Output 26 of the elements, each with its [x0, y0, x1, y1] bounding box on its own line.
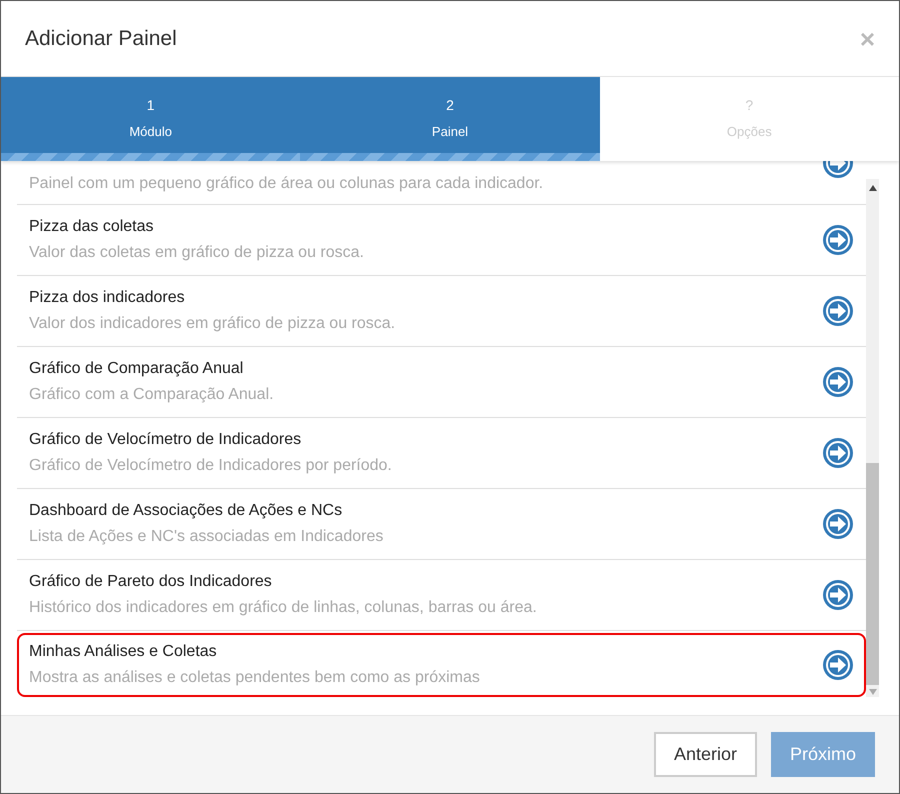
panel-option[interactable]: Gráfico de Comparação Anual Gráfico com a Comparação Anual. [17, 347, 866, 418]
panel-title: Dashboard de Associações de Ações e NCs [29, 501, 344, 521]
panel-title: Pizza dos indicadores [29, 288, 186, 308]
panel-title: Gráfico de Comparação Anual [29, 359, 244, 379]
panel-title: Gráfico de Pareto dos Indicadores [29, 572, 273, 592]
panel-description: Gráfico com a Comparação Anual. [29, 385, 274, 405]
panel-option[interactable]: Pizza das coletas Valor das coletas em gráfico de pizza ou rosca. [17, 205, 866, 276]
panel-option[interactable]: Pizza dos indicadores Valor dos indicadores em gráfico de pizza ou rosca. [17, 276, 866, 347]
panel-description: Histórico dos indicadores em gráfico de linhas, colunas, barras ou área. [29, 598, 537, 618]
panel-option[interactable]: Minhas Análises e Coletas Mostra as análises e coletas pendentes bem como as próximas [17, 633, 866, 697]
panel-title: Gráfico de Velocímetro de Indicadores [29, 430, 302, 450]
panel-description: Valor dos indicadores em gráfico de pizza ou rosca. [29, 314, 396, 334]
panel-option[interactable]: Gráfico de Velocímetro de Indicadores Gráfico de Velocímetro de Indicadores por período. [17, 418, 866, 489]
panel-description: Gráfico de Velocímetro de Indicadores por período. [29, 456, 392, 476]
wizard-step[interactable]: 2 Painel [300, 77, 600, 161]
panel-description: Painel com um pequeno gráfico de área ou colunas para cada indicador. [29, 174, 544, 194]
panel-title: Pizza das coletas [29, 217, 155, 237]
previous-button[interactable]: Anterior [654, 732, 757, 777]
dialog-title: Adicionar Painel [25, 26, 177, 52]
panel-option[interactable]: Gráfico de Pareto dos Indicadores Histórico dos indicadores em gráfico de linhas, colunas, barras ou área. [17, 560, 866, 631]
panel-description: Mostra as análises e coletas pendentes bem como as próximas [29, 668, 480, 688]
panel-option[interactable]: Dashboard de Associações de Ações e NCs Lista de Ações e NC's associadas em Indicadores [17, 489, 866, 560]
panel-description: Valor das coletas em gráfico de pizza ou rosca. [29, 243, 364, 263]
wizard-step[interactable]: 1 Módulo [1, 77, 300, 161]
panel-description: Lista de Ações e NC's associadas em Indicadores [29, 527, 384, 547]
panel-title: Minhas Análises e Coletas [29, 642, 218, 662]
